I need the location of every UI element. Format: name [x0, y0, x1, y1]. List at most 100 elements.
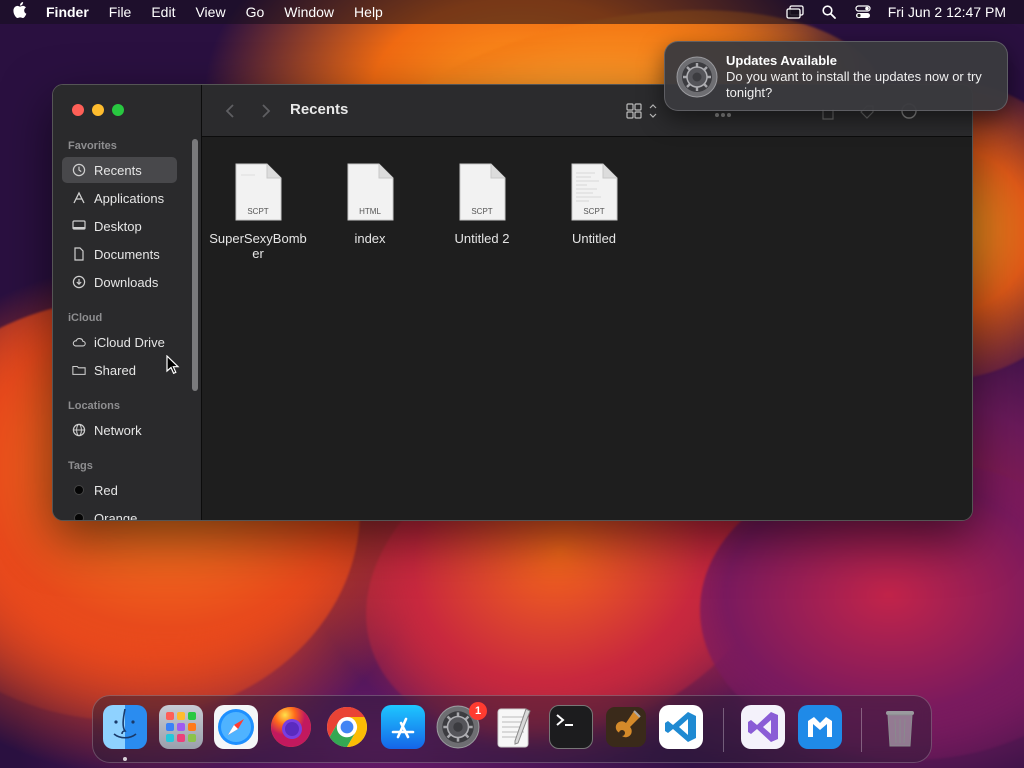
- sidebar-item-label: iCloud Drive: [94, 334, 165, 350]
- dock-app-firefox[interactable]: [269, 705, 313, 749]
- sidebar-item-label: Documents: [94, 246, 160, 262]
- file-item[interactable]: SCPT Untitled 2: [430, 163, 534, 246]
- close-window-button[interactable]: [72, 104, 84, 116]
- update-notification[interactable]: Updates Available Do you want to install…: [664, 41, 1008, 111]
- file-name: Untitled: [571, 231, 617, 246]
- guitar-icon: [606, 707, 646, 747]
- download-icon: [72, 275, 86, 289]
- sidebar-item-label: Desktop: [94, 218, 142, 234]
- notification-body: Do you want to install the updates now o…: [726, 69, 982, 100]
- scpt-file-icon: SCPT: [235, 163, 282, 221]
- menu-app-finder[interactable]: Finder: [40, 0, 99, 24]
- vscode-icon: [665, 712, 696, 742]
- back-button[interactable]: [220, 100, 240, 122]
- sidebar-item-tag-red[interactable]: Red: [62, 477, 177, 503]
- menu-file[interactable]: File: [99, 0, 142, 24]
- document-icon: [72, 247, 86, 261]
- finder-window: Favorites Recents Applications Desktop D…: [52, 84, 973, 521]
- sidebar-item-label: Applications: [94, 190, 165, 206]
- sidebar-item-documents[interactable]: Documents: [62, 241, 177, 267]
- screen-mirroring-icon[interactable]: [778, 0, 812, 24]
- zoom-window-button[interactable]: [112, 104, 124, 116]
- menu-bar: Finder File Edit View Go Window Help Fri…: [0, 0, 1024, 24]
- textedit-icon: [497, 708, 531, 748]
- dock-app-safari[interactable]: [214, 705, 258, 749]
- sidebar-item-icloud-drive[interactable]: iCloud Drive: [62, 329, 177, 355]
- desktop-icon: [72, 219, 86, 233]
- sidebar-item-network[interactable]: Network: [62, 417, 177, 443]
- chrome-icon: [327, 707, 367, 747]
- tag-dot-icon: [72, 511, 86, 520]
- dock-app-maxthon[interactable]: [798, 705, 842, 749]
- menu-bar-clock[interactable]: Fri Jun 2 12:47 PM: [880, 4, 1024, 20]
- dock-app-app-store[interactable]: [381, 705, 425, 749]
- search-icon[interactable]: [812, 0, 846, 24]
- dock-app-chrome[interactable]: [325, 705, 369, 749]
- file-type-label: SCPT: [471, 207, 493, 216]
- file-name: index: [354, 231, 386, 246]
- file-item[interactable]: SCPT SuperSexyBomber: [206, 163, 310, 261]
- menu-edit[interactable]: Edit: [141, 0, 185, 24]
- sidebar-item-shared[interactable]: Shared: [62, 357, 177, 383]
- file-name: Untitled 2: [454, 231, 510, 246]
- file-type-label: HTML: [359, 207, 381, 216]
- mouse-cursor-icon: [166, 354, 180, 380]
- applications-icon: [72, 191, 86, 205]
- visual-studio-icon: [748, 712, 778, 742]
- dock-app-garageband[interactable]: [604, 705, 648, 749]
- apple-icon[interactable]: [0, 2, 40, 22]
- maxthon-icon: [808, 717, 832, 737]
- file-grid: SCPT SuperSexyBomber HTML index SCPT Unt…: [202, 137, 972, 520]
- forward-button[interactable]: [256, 100, 276, 122]
- file-type-label: SCPT: [247, 207, 269, 216]
- sidebar-item-label: Downloads: [94, 274, 159, 290]
- sidebar-header-favorites: Favorites: [68, 140, 117, 152]
- globe-icon: [72, 423, 86, 437]
- sidebar-item-label: Red: [94, 482, 118, 498]
- dock-app-finder[interactable]: [103, 705, 147, 749]
- trash-icon: [886, 711, 914, 747]
- view-mode-grid-icon[interactable]: [626, 102, 660, 125]
- menu-window[interactable]: Window: [274, 0, 344, 24]
- sidebar-header-icloud: iCloud: [68, 312, 103, 324]
- sidebar-item-label: Orange: [94, 510, 138, 521]
- menu-help[interactable]: Help: [344, 0, 393, 24]
- dock-app-visual-studio[interactable]: [741, 705, 785, 749]
- menu-go[interactable]: Go: [236, 0, 275, 24]
- running-indicator: [123, 757, 127, 761]
- sidebar-item-applications[interactable]: Applications: [62, 185, 177, 211]
- dock-app-launchpad[interactable]: [159, 705, 203, 749]
- dock-app-trash[interactable]: [878, 705, 922, 749]
- menu-view[interactable]: View: [185, 0, 235, 24]
- chevron-left-icon: [225, 104, 234, 118]
- terminal-prompt-icon: [556, 714, 573, 726]
- dock-app-terminal[interactable]: [549, 705, 593, 749]
- file-name: SuperSexyBomber: [209, 231, 307, 261]
- html-file-icon: HTML: [347, 163, 394, 221]
- finder-face-icon: [113, 708, 137, 739]
- finder-sidebar: Favorites Recents Applications Desktop D…: [53, 85, 202, 520]
- file-item[interactable]: SCPT Untitled: [542, 163, 646, 246]
- file-item[interactable]: HTML index: [318, 163, 422, 246]
- dock-app-textedit[interactable]: [492, 705, 536, 749]
- notification-title: Updates Available: [726, 53, 838, 68]
- minimize-window-button[interactable]: [92, 104, 104, 116]
- shared-folder-icon: [72, 363, 86, 377]
- dock-separator: [861, 708, 862, 752]
- window-controls: [72, 104, 124, 116]
- app-store-icon: [391, 717, 415, 739]
- launchpad-grid-icon: [166, 712, 196, 742]
- sidebar-item-downloads[interactable]: Downloads: [62, 269, 177, 295]
- sidebar-item-label: Shared: [94, 362, 136, 378]
- window-title: Recents: [290, 101, 349, 118]
- sidebar-item-desktop[interactable]: Desktop: [62, 213, 177, 239]
- dock-app-vscode[interactable]: [659, 705, 703, 749]
- file-type-label: SCPT: [583, 207, 605, 216]
- tag-dot-icon: [72, 483, 86, 497]
- sidebar-item-tag-orange[interactable]: Orange: [62, 505, 177, 521]
- dock-separator: [723, 708, 724, 752]
- dock: 1: [92, 695, 932, 763]
- sidebar-item-recents[interactable]: Recents: [62, 157, 177, 183]
- control-center-icon[interactable]: [846, 0, 880, 24]
- sidebar-scrollbar[interactable]: [192, 139, 198, 391]
